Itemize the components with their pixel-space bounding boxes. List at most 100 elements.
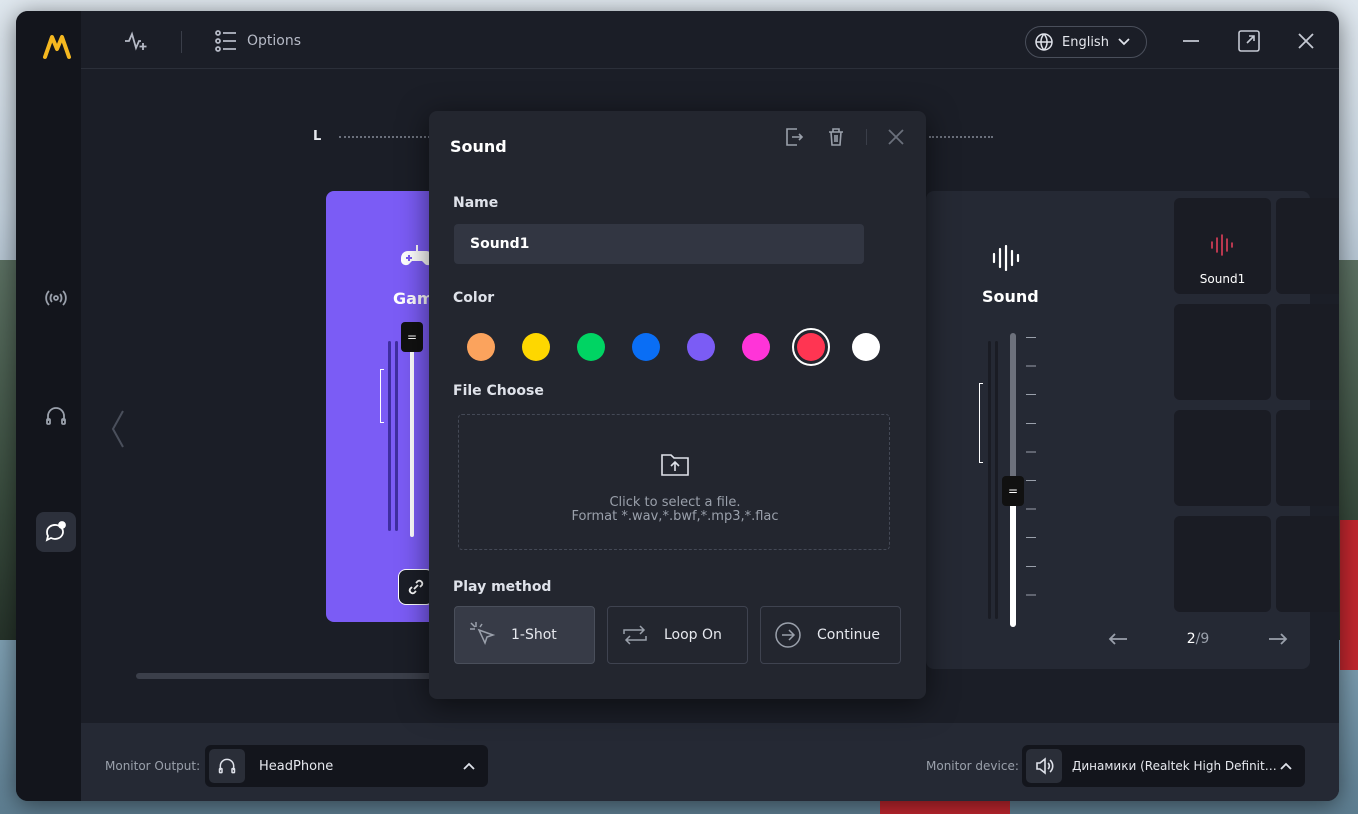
language-label: English [1062,34,1109,50]
arrow-right-circle-icon [775,622,801,648]
volume-slider-thumb[interactable]: = [401,322,423,352]
arrow-left-icon[interactable] [1108,632,1128,646]
color-swatch-8[interactable] [852,333,880,361]
name-label: Name [453,195,499,211]
close-dialog-button[interactable] [884,125,908,149]
export-button[interactable] [782,125,806,149]
channel-label: L [313,129,322,144]
sound-channel-title: Sound [982,287,1039,306]
color-swatch-4[interactable] [632,333,660,361]
headphone-icon [218,758,236,774]
sound-edit-dialog: Sound Name Color File Choose Click to se… [429,111,926,699]
color-swatch-6[interactable] [742,333,770,361]
select-icon-box [1026,749,1062,783]
file-hint-primary: Click to select a file. [609,495,741,510]
dotted-line [339,136,434,138]
minimize-button[interactable] [1179,29,1203,53]
options-label[interactable]: Options [247,33,301,49]
link-icon [408,579,424,595]
play-method-1-shot[interactable]: 1-Shot [454,606,595,664]
play-method-label-text: Continue [817,627,880,643]
broadcast-icon [45,290,67,306]
sidebar-soundboard-button[interactable] [36,512,76,552]
close-icon [888,129,904,145]
dotted-line [929,136,993,138]
play-method-continue[interactable]: Continue [760,606,901,664]
color-swatch-2[interactable] [522,333,550,361]
close-icon [1298,33,1314,49]
sound-channel-panel: Sound = Sound1 2/9 [926,191,1339,669]
sound-pad[interactable] [1276,304,1339,400]
globe-icon [1035,33,1053,51]
add-effect-button[interactable] [123,29,149,57]
dialog-title: Sound [450,137,507,156]
scale-ticks [1026,337,1036,623]
sound-pad[interactable] [1174,516,1271,612]
monitor-device-value: Динамики (Realtek High Definiti... [1072,759,1279,773]
select-icon-box [209,749,245,783]
export-icon [786,128,804,146]
list-icon [215,30,236,52]
expand-icon [1238,30,1260,52]
file-choose-label: File Choose [453,383,544,399]
level-meter [395,341,398,531]
play-method-label-text: 1-Shot [511,627,557,643]
sound-pad[interactable]: Sound1 [1174,198,1271,294]
app-logo-icon [43,35,71,59]
horizontal-scrollbar[interactable] [136,673,436,679]
loop-icon [623,625,647,645]
chevron-left-icon [111,410,124,448]
volume-slider-thumb[interactable]: = [1002,476,1024,506]
red-house-2 [880,800,1010,814]
arrow-right-icon[interactable] [1268,632,1288,646]
color-swatch-1[interactable] [467,333,495,361]
footer-bar: Monitor Output: HeadPhone Monitor device… [81,723,1339,801]
color-label: Color [453,290,495,306]
monitor-output-select[interactable]: HeadPhone [205,745,488,787]
red-house [1340,520,1358,670]
chevron-down-icon [1118,38,1130,46]
scroll-left-button[interactable] [111,409,125,453]
file-dropzone[interactable]: Click to select a file. Format *.wav,*.b… [458,414,890,550]
waveform-plus-icon [125,31,147,51]
game-channel-card: Gam = [326,191,446,622]
monitor-device-select[interactable]: Динамики (Realtek High Definiti... [1022,745,1305,787]
game-channel-title: Gam [393,289,434,308]
sound-pad[interactable] [1276,516,1339,612]
headphone-icon [46,407,66,425]
pager-total: /9 [1195,631,1210,647]
sound-pad[interactable] [1276,198,1339,294]
level-meter [988,341,991,619]
options-button[interactable] [215,29,237,57]
sound-pad[interactable] [1276,410,1339,506]
play-method-label-text: Loop On [664,627,722,643]
close-window-button[interactable] [1294,29,1318,53]
dialog-divider [866,129,867,145]
file-hint-format: Format *.wav,*.bwf,*.mp3,*.flac [571,509,779,524]
speaker-icon [1036,757,1054,775]
top-bar: Options English [81,11,1339,69]
sidebar-headphone-button[interactable] [36,396,76,436]
name-input[interactable] [454,224,864,264]
sidebar-broadcast-button[interactable] [36,278,76,318]
color-swatch-5[interactable] [687,333,715,361]
sound-pad[interactable] [1174,410,1271,506]
volume-slider-fill [1010,491,1016,627]
pager-text: 2/9 [1187,631,1210,647]
sidebar [16,11,81,801]
delete-button[interactable] [824,125,848,149]
level-meter [995,341,998,619]
pad-pager: 2/9 [1108,631,1288,647]
level-meter [388,341,391,531]
language-select[interactable]: English [1025,26,1147,58]
color-swatch-7[interactable] [792,328,830,366]
folder-upload-icon [661,454,689,476]
chevron-up-icon [1280,762,1292,770]
volume-slider-track[interactable] [410,331,414,537]
pager-current: 2 [1186,631,1196,647]
trash-icon [829,128,843,146]
maximize-button[interactable] [1237,29,1261,53]
sound-pad[interactable] [1174,304,1271,400]
play-method-loop-on[interactable]: Loop On [607,606,748,664]
color-swatch-3[interactable] [577,333,605,361]
